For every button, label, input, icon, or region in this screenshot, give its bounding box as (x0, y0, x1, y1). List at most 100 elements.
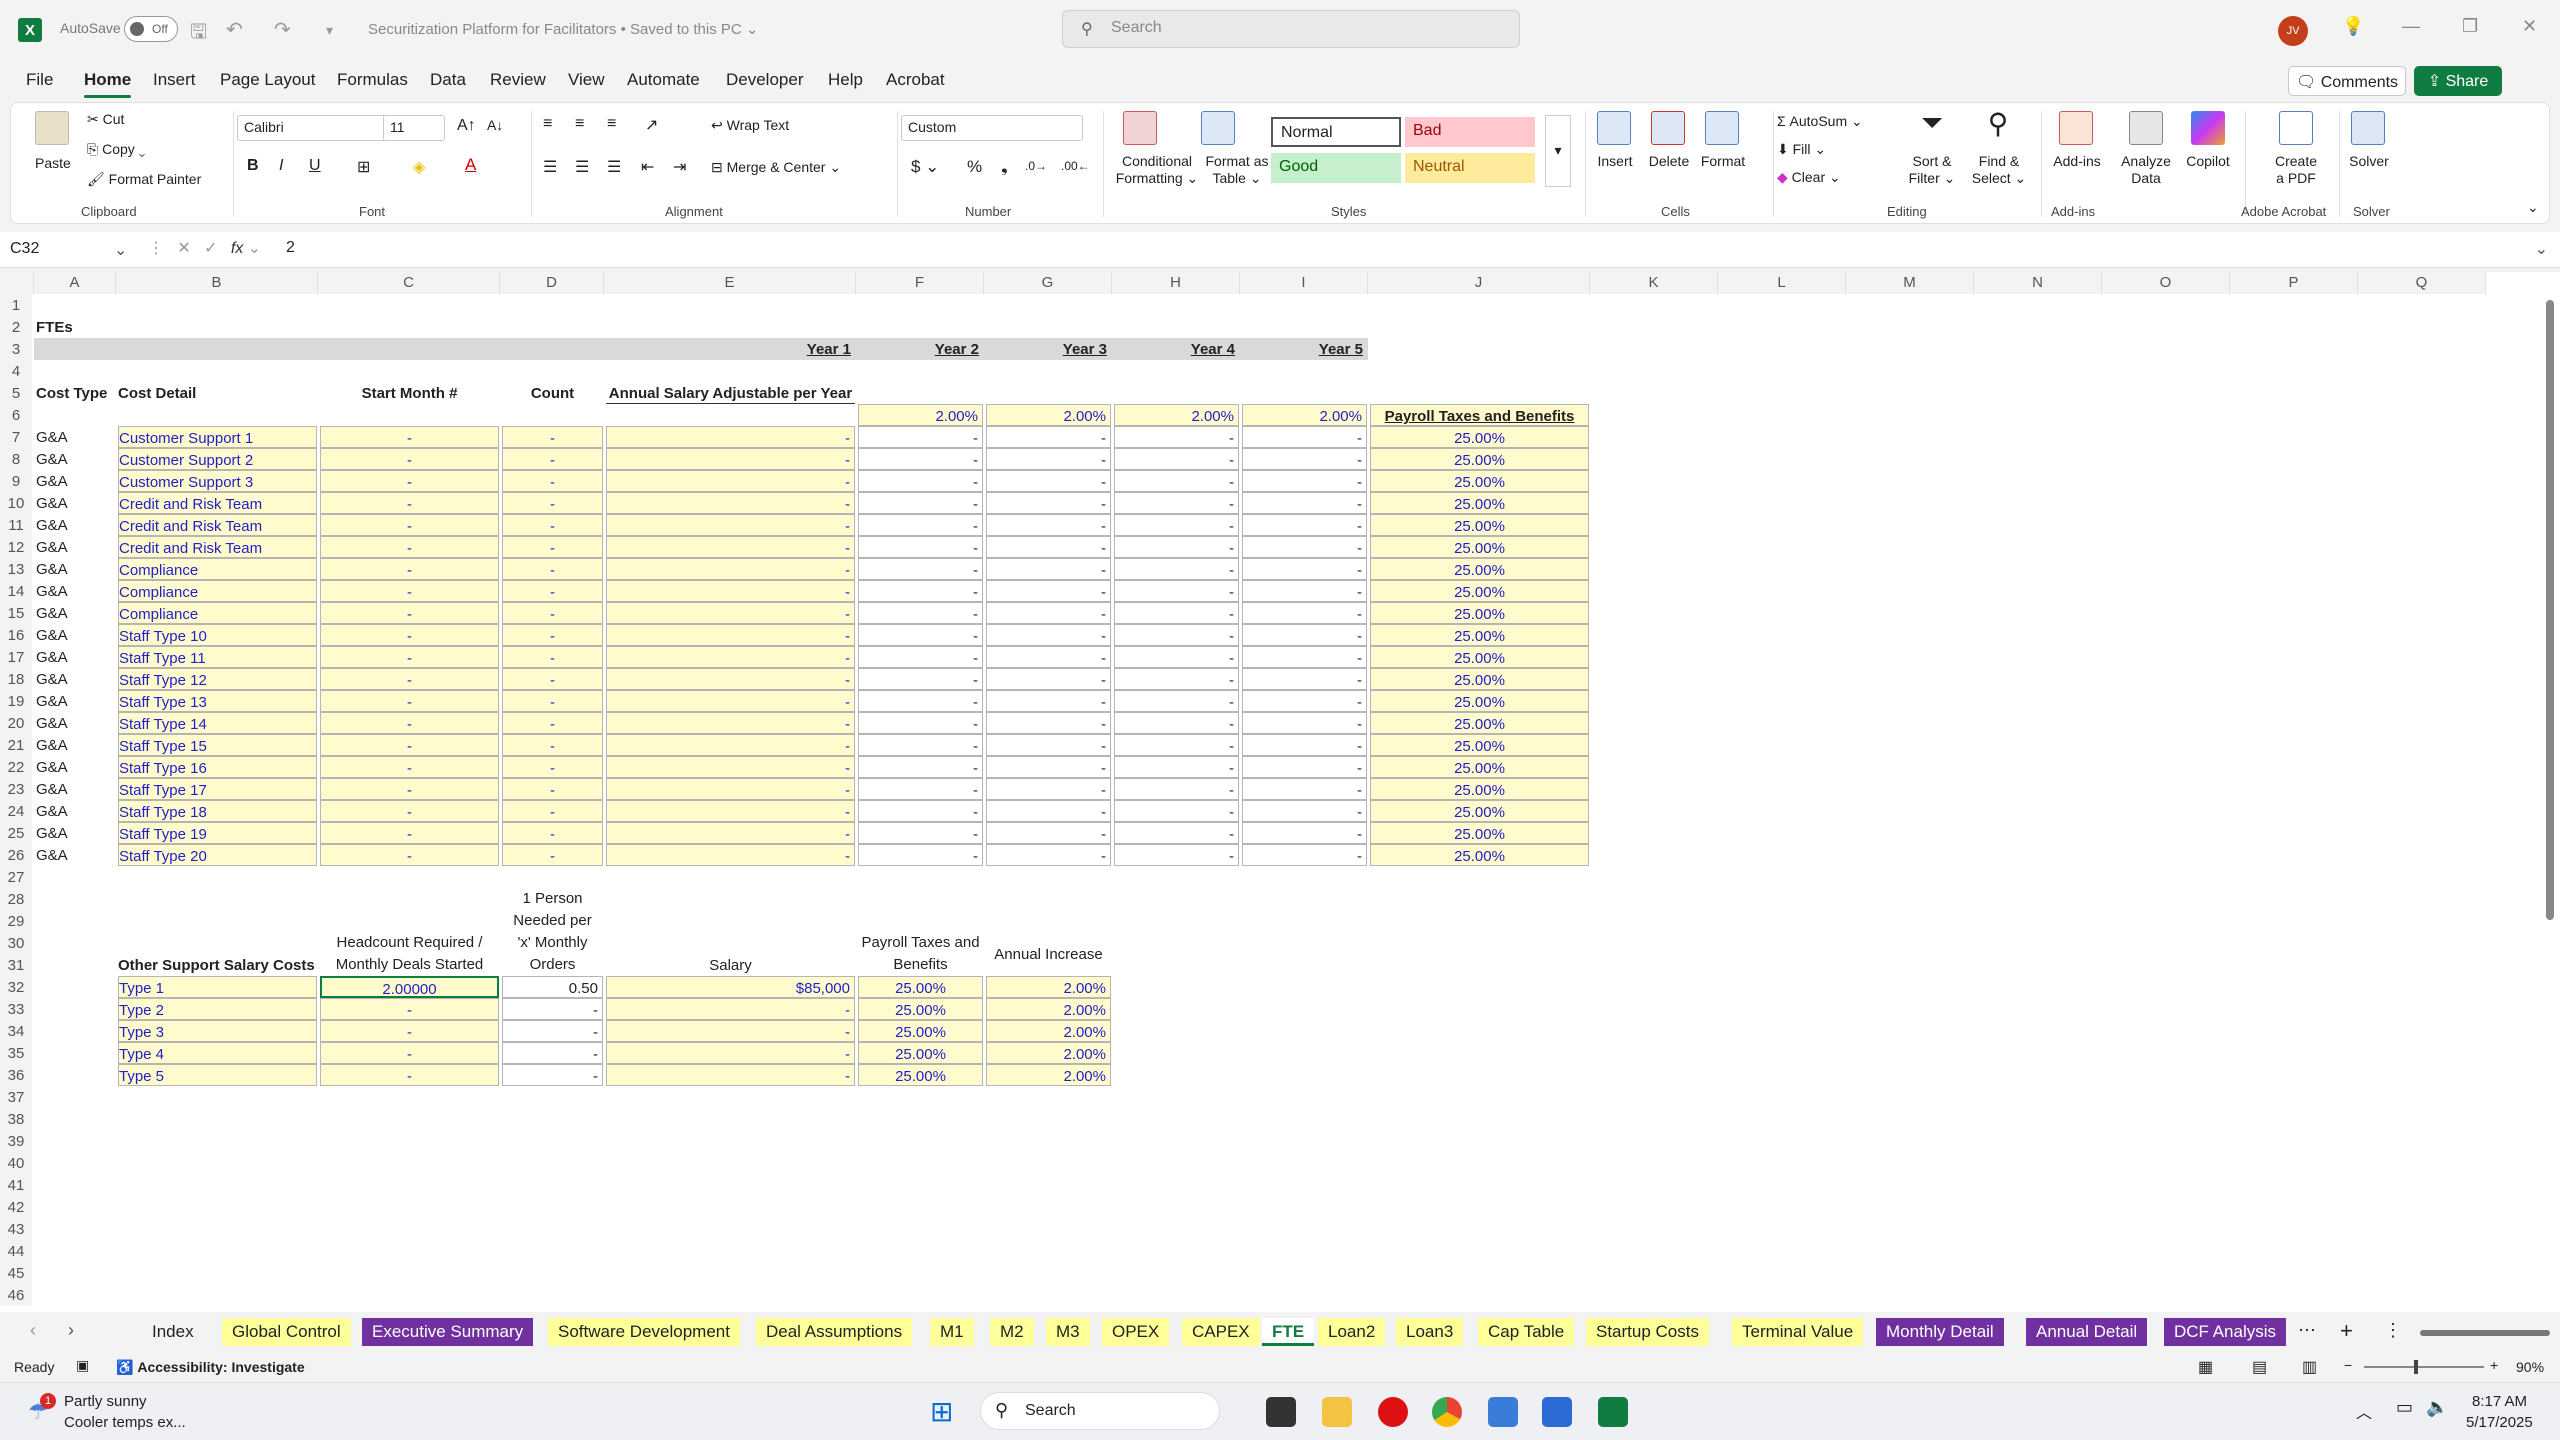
row-header[interactable]: 36 (0, 1064, 32, 1086)
delete-cells-icon[interactable] (1651, 111, 1685, 145)
count-cell[interactable]: - (502, 492, 603, 514)
analyze-data-button[interactable]: Analyze Data (2117, 153, 2175, 187)
sheet-tab[interactable]: Deal Assumptions (756, 1318, 913, 1346)
cost-detail-cell[interactable]: Staff Type 13 (118, 690, 317, 712)
year-salary-cell[interactable]: - (858, 536, 983, 558)
year-salary-cell[interactable]: - (986, 646, 1111, 668)
zoom-in-icon[interactable]: + (2490, 1357, 2498, 1373)
cost-type-cell[interactable]: G&A (36, 624, 115, 646)
salary-cell[interactable]: - (606, 734, 855, 756)
cost-type-cell[interactable]: G&A (36, 426, 115, 448)
cost-detail-cell[interactable]: Staff Type 20 (118, 844, 317, 866)
sheet-tab[interactable]: Loan3 (1396, 1318, 1464, 1346)
year-salary-cell[interactable]: - (858, 470, 983, 492)
cost-type-cell[interactable]: G&A (36, 800, 115, 822)
sheet-tab[interactable]: M3 (1046, 1318, 1090, 1346)
formula-input[interactable]: 2 (286, 239, 295, 257)
payroll-cell[interactable]: 25.00% (1370, 558, 1589, 580)
annual-increase-cell[interactable]: 2.00% (986, 998, 1111, 1020)
support-type-cell[interactable]: Type 3 (118, 1020, 317, 1042)
annual-increase-cell[interactable]: 2.00% (986, 1020, 1111, 1042)
row-header[interactable]: 33 (0, 998, 32, 1020)
font-size-select[interactable]: 11 (383, 115, 445, 141)
year-salary-cell[interactable]: - (1242, 734, 1367, 756)
year-salary-cell[interactable]: - (1114, 558, 1239, 580)
cost-detail-cell[interactable]: Staff Type 14 (118, 712, 317, 734)
cost-detail-cell[interactable]: Staff Type 17 (118, 778, 317, 800)
year-salary-cell[interactable]: - (1114, 470, 1239, 492)
column-header-g[interactable]: G (984, 272, 1112, 294)
year-salary-cell[interactable]: - (1242, 712, 1367, 734)
row-header[interactable]: 27 (0, 866, 32, 888)
fill-color-icon[interactable]: ◈ (413, 157, 425, 177)
salary-cell[interactable]: - (606, 536, 855, 558)
row-header[interactable]: 4 (0, 360, 32, 382)
cost-type-cell[interactable]: G&A (36, 668, 115, 690)
year-salary-cell[interactable]: - (1114, 712, 1239, 734)
year-salary-cell[interactable]: - (1242, 492, 1367, 514)
year-salary-cell[interactable]: - (1114, 778, 1239, 800)
payroll-cell[interactable]: 25.00% (1370, 844, 1589, 866)
year-salary-cell[interactable]: - (986, 712, 1111, 734)
copilot-icon[interactable] (2191, 111, 2225, 145)
support-salary-cell[interactable]: $85,000 (606, 976, 855, 998)
fill-button[interactable]: ⬇ Fill ⌄ (1777, 141, 1826, 158)
year-salary-cell[interactable]: - (858, 668, 983, 690)
year-salary-cell[interactable]: - (1242, 690, 1367, 712)
count-cell[interactable]: - (502, 514, 603, 536)
style-normal[interactable]: Normal (1271, 117, 1401, 147)
row-header[interactable]: 25 (0, 822, 32, 844)
payroll-cell[interactable]: 25.00% (1370, 492, 1589, 514)
cost-detail-cell[interactable]: Compliance (118, 602, 317, 624)
start-month-cell[interactable]: - (320, 492, 499, 514)
header-headcount[interactable]: Headcount Required / Monthly Deals Starte… (320, 932, 499, 976)
annual-increase-cell[interactable]: 2.00% (986, 1064, 1111, 1086)
comments-button[interactable]: 🗨 Comments (2288, 66, 2406, 96)
count-cell[interactable]: - (502, 470, 603, 492)
start-month-cell[interactable]: - (320, 646, 499, 668)
style-bad[interactable]: Bad (1405, 117, 1535, 147)
cost-detail-cell[interactable]: Staff Type 16 (118, 756, 317, 778)
row-header[interactable]: 11 (0, 514, 32, 536)
grow-font-icon[interactable]: A↑ (457, 117, 476, 135)
year-salary-cell[interactable]: - (1114, 426, 1239, 448)
salary-cell[interactable]: - (606, 756, 855, 778)
style-neutral[interactable]: Neutral (1405, 153, 1535, 183)
sheet-tab[interactable]: Monthly Detail (1876, 1318, 2004, 1346)
row-header[interactable]: 30 (0, 932, 32, 954)
salary-cell[interactable]: - (606, 800, 855, 822)
cost-detail-cell[interactable]: Customer Support 3 (118, 470, 317, 492)
year-salary-cell[interactable]: - (1242, 602, 1367, 624)
align-middle-icon[interactable]: ≡ (575, 115, 584, 133)
align-bottom-icon[interactable]: ≡ (607, 115, 616, 133)
year-salary-cell[interactable]: - (1242, 624, 1367, 646)
support-type-cell[interactable]: Type 2 (118, 998, 317, 1020)
decrease-indent-icon[interactable]: ⇤ (641, 157, 654, 177)
chrome-icon[interactable] (1432, 1397, 1462, 1427)
salary-cell[interactable]: - (606, 778, 855, 800)
year-salary-cell[interactable]: - (858, 800, 983, 822)
orientation-icon[interactable]: ↗ (645, 115, 658, 135)
start-month-cell[interactable]: - (320, 844, 499, 866)
tab-automate[interactable]: Automate (627, 70, 700, 90)
cost-detail-cell[interactable]: Credit and Risk Team (118, 514, 317, 536)
row-header[interactable]: 37 (0, 1086, 32, 1108)
file-explorer-icon[interactable] (1322, 1397, 1352, 1427)
snipping-tool-icon[interactable] (1488, 1397, 1518, 1427)
find-select-button[interactable]: Find & Select ⌄ (1967, 153, 2031, 187)
year-salary-cell[interactable]: - (986, 426, 1111, 448)
row-header[interactable]: 41 (0, 1174, 32, 1196)
year-header[interactable]: Year 5 (1242, 338, 1367, 360)
year-salary-cell[interactable]: - (858, 602, 983, 624)
expand-formula-icon[interactable]: ⌄ (2535, 239, 2548, 259)
clock-date[interactable]: 5/17/2025 (2466, 1414, 2533, 1431)
align-left-icon[interactable]: ☰ (543, 157, 557, 177)
column-header-h[interactable]: H (1112, 272, 1240, 294)
column-header-e[interactable]: E (604, 272, 856, 294)
year-salary-cell[interactable]: - (858, 712, 983, 734)
start-month-cell[interactable]: - (320, 426, 499, 448)
start-month-cell[interactable]: - (320, 822, 499, 844)
salary-adjust-cell[interactable]: 2.00% (1114, 404, 1239, 426)
cost-detail-cell[interactable]: Staff Type 10 (118, 624, 317, 646)
row-header[interactable]: 24 (0, 800, 32, 822)
